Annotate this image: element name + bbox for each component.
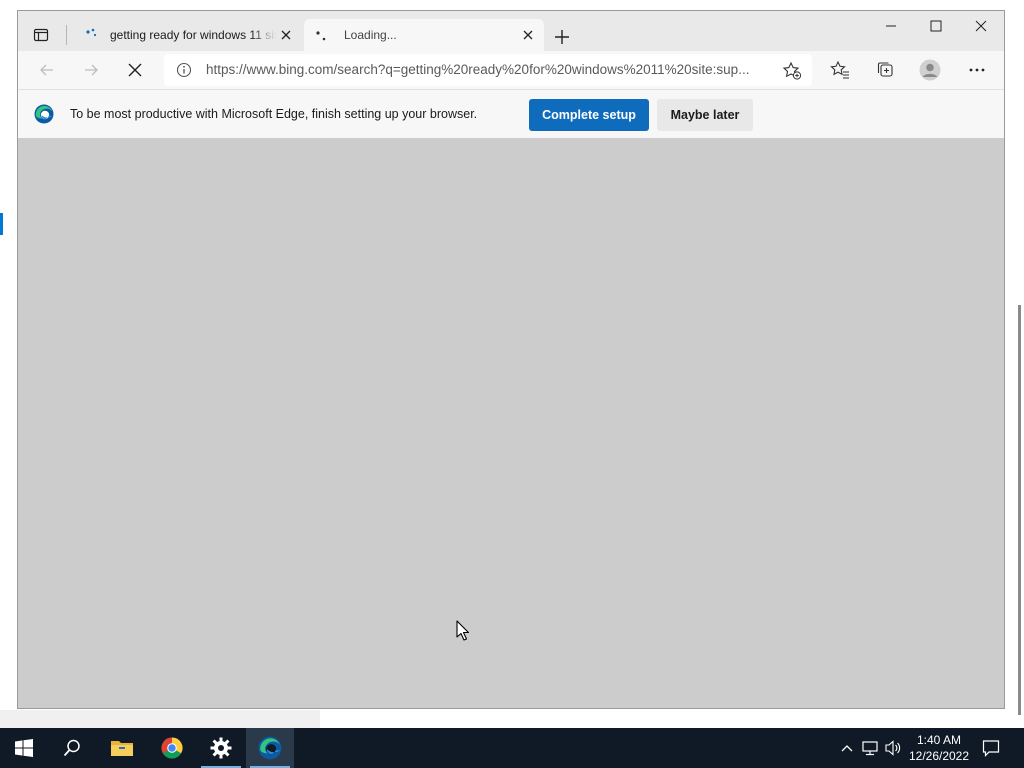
profile-avatar-icon [919, 59, 941, 81]
search-icon [63, 739, 80, 757]
setup-info-bar: To be most productive with Microsoft Edg… [18, 89, 1004, 138]
tab-bar: getting ready for windows 11 site:suppor… [18, 11, 1004, 51]
plus-icon [555, 30, 569, 44]
maybe-later-button[interactable]: Maybe later [657, 99, 753, 131]
loading-spinner-icon [314, 27, 330, 43]
taskbar-file-explorer[interactable] [98, 728, 146, 768]
file-explorer-icon [111, 741, 133, 756]
forward-button[interactable] [76, 56, 106, 84]
chrome-icon [161, 737, 183, 759]
close-icon [523, 30, 533, 40]
new-tab-button[interactable] [550, 25, 574, 49]
close-icon [281, 30, 291, 40]
tab-separator [66, 25, 67, 45]
site-info-icon[interactable] [176, 62, 192, 78]
clock-date: 12/26/2022 [908, 749, 970, 763]
collections-icon [877, 62, 893, 77]
tab-title: getting ready for windows 11 site:suppor… [110, 28, 276, 42]
taskbar-chrome[interactable] [148, 728, 196, 768]
minimize-button[interactable] [868, 11, 914, 41]
favorites-star-icon [830, 60, 849, 79]
tab-close-button[interactable] [518, 25, 538, 45]
taskbar: 1:40 AM 12/26/2022 [0, 728, 1024, 768]
tab-close-button[interactable] [276, 25, 296, 45]
edge-logo-icon [34, 104, 54, 124]
more-dots-icon [969, 68, 985, 72]
show-hidden-icons-chevron-icon[interactable] [837, 738, 857, 758]
address-bar[interactable]: https://www.bing.com/search?q=getting%20… [164, 54, 812, 86]
tab-loading[interactable]: Loading... [304, 19, 544, 51]
navigation-toolbar: https://www.bing.com/search?q=getting%20… [18, 51, 1004, 89]
edge-browser-window: getting ready for windows 11 site:suppor… [17, 10, 1005, 709]
taskbar-search-button[interactable] [48, 728, 96, 768]
edge-icon [258, 736, 282, 760]
setup-message: To be most productive with Microsoft Edg… [70, 107, 478, 121]
start-button[interactable] [0, 728, 48, 768]
favorites-button[interactable] [829, 59, 851, 81]
taskbar-edge[interactable] [246, 728, 294, 768]
complete-setup-button[interactable]: Complete setup [529, 99, 649, 131]
arrow-left-icon [40, 64, 53, 76]
page-content-area[interactable] [18, 138, 1004, 708]
stop-x-icon [128, 63, 142, 77]
arrow-right-icon [85, 64, 98, 76]
address-url[interactable]: https://www.bing.com/search?q=getting%20… [206, 62, 749, 77]
taskbar-settings[interactable] [197, 728, 245, 768]
loading-spinner-icon [84, 27, 100, 43]
background-window-strip [0, 710, 320, 728]
tab-search-results[interactable]: getting ready for windows 11 site:suppor… [74, 19, 302, 51]
tab-actions-icon [33, 28, 49, 42]
mouse-cursor-icon [456, 620, 470, 641]
background-accent-marker [0, 213, 3, 235]
collections-button[interactable] [874, 59, 896, 81]
windows-logo-icon [15, 739, 33, 757]
tab-actions-button[interactable] [28, 23, 54, 47]
maximize-icon [930, 20, 942, 32]
minimize-icon [886, 25, 896, 27]
gear-icon [210, 737, 232, 759]
settings-more-button[interactable] [966, 59, 988, 81]
maximize-button[interactable] [913, 11, 959, 41]
background-scrollbar[interactable] [1018, 305, 1021, 715]
add-favorite-icon[interactable] [782, 61, 802, 81]
window-close-button[interactable] [958, 11, 1004, 41]
tab-title: Loading... [344, 28, 397, 42]
clock-time: 1:40 AM [916, 733, 962, 747]
back-button[interactable] [32, 56, 62, 84]
action-center-icon[interactable] [981, 738, 1001, 758]
profile-button[interactable] [919, 59, 941, 81]
system-clock[interactable]: 1:40 AM 12/26/2022 [900, 732, 978, 764]
network-icon[interactable] [861, 738, 881, 758]
close-icon [975, 20, 987, 32]
stop-loading-button[interactable] [120, 56, 150, 84]
